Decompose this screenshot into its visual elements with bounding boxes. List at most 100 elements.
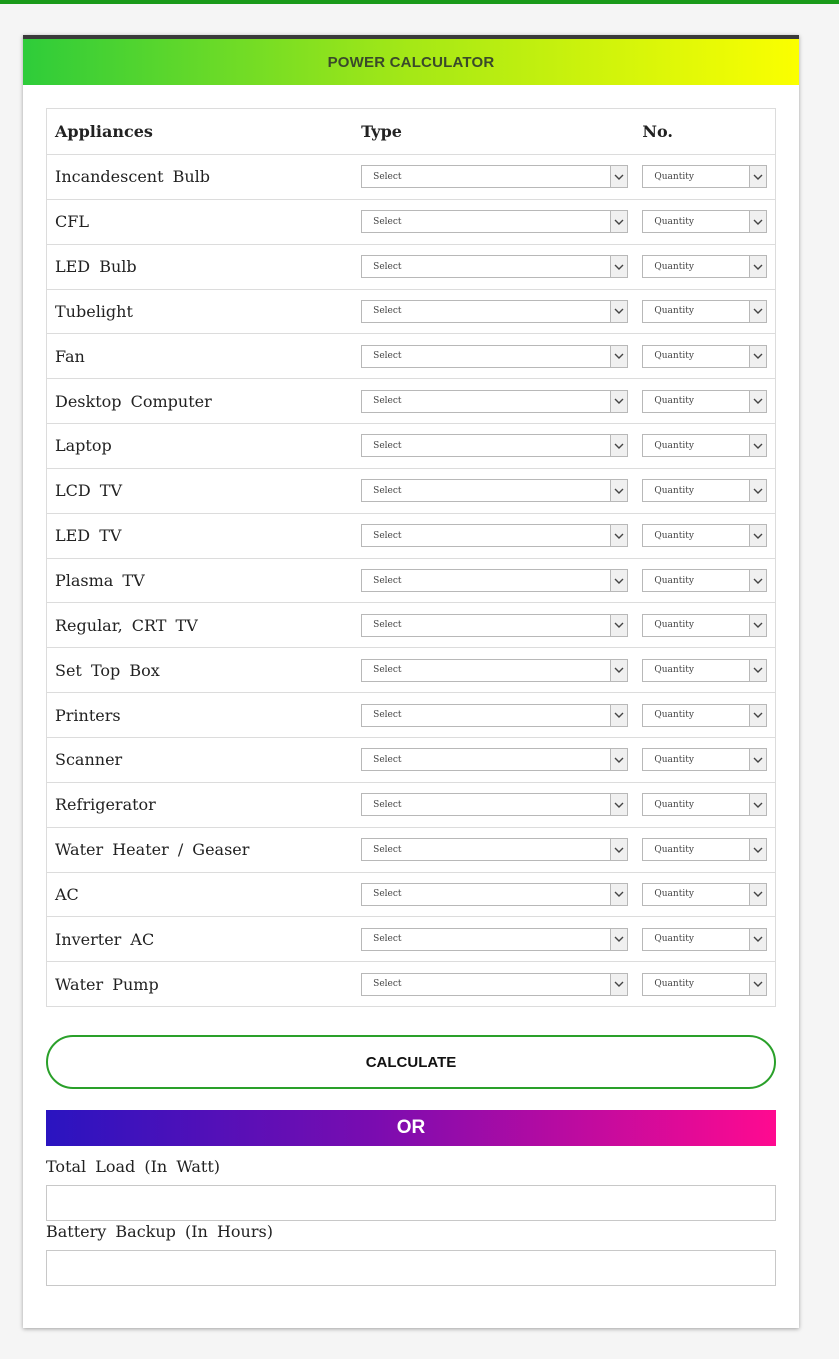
chevron-down-icon[interactable] bbox=[749, 659, 767, 681]
chevron-down-icon[interactable] bbox=[749, 928, 767, 950]
chevron-down-icon[interactable] bbox=[610, 256, 628, 278]
type-select[interactable]: Select bbox=[361, 389, 629, 413]
type-cell: Select bbox=[361, 344, 642, 368]
type-select[interactable]: Select bbox=[361, 479, 629, 503]
column-header-type: Type bbox=[361, 122, 402, 141]
quantity-select[interactable]: Quantity bbox=[642, 972, 768, 996]
calculate-button[interactable]: CALCULATE bbox=[46, 1035, 776, 1089]
type-cell: Select bbox=[361, 524, 642, 548]
quantity-select-value: Quantity bbox=[654, 351, 694, 362]
battery-backup-input[interactable] bbox=[46, 1250, 776, 1286]
chevron-down-icon[interactable] bbox=[610, 794, 628, 816]
quantity-select[interactable]: Quantity bbox=[642, 299, 768, 323]
quantity-select[interactable]: Quantity bbox=[642, 613, 768, 637]
appliance-name: Set Top Box bbox=[55, 660, 160, 680]
chevron-down-icon[interactable] bbox=[610, 435, 628, 457]
chevron-down-icon[interactable] bbox=[610, 166, 628, 188]
chevron-down-icon[interactable] bbox=[610, 883, 628, 905]
quantity-select[interactable]: Quantity bbox=[642, 882, 768, 906]
chevron-down-icon[interactable] bbox=[749, 704, 767, 726]
chevron-down-icon[interactable] bbox=[749, 166, 767, 188]
quantity-select[interactable]: Quantity bbox=[642, 344, 768, 368]
quantity-select-value: Quantity bbox=[654, 620, 694, 631]
chevron-down-icon[interactable] bbox=[610, 839, 628, 861]
chevron-down-icon[interactable] bbox=[749, 256, 767, 278]
type-select[interactable]: Select bbox=[361, 344, 629, 368]
appliance-name: CFL bbox=[55, 212, 89, 232]
chevron-down-icon[interactable] bbox=[610, 211, 628, 233]
quantity-select-value: Quantity bbox=[654, 485, 694, 496]
chevron-down-icon[interactable] bbox=[610, 659, 628, 681]
quantity-select[interactable]: Quantity bbox=[642, 389, 768, 413]
type-select[interactable]: Select bbox=[361, 255, 629, 279]
chevron-down-icon[interactable] bbox=[610, 570, 628, 592]
quantity-select[interactable]: Quantity bbox=[642, 658, 768, 682]
type-select-value: Select bbox=[373, 216, 402, 227]
quantity-select[interactable]: Quantity bbox=[642, 165, 768, 189]
table-row: CFL Select Quantity bbox=[47, 198, 775, 244]
chevron-down-icon[interactable] bbox=[749, 973, 767, 995]
type-select[interactable]: Select bbox=[361, 299, 629, 323]
chevron-down-icon[interactable] bbox=[610, 614, 628, 636]
chevron-down-icon[interactable] bbox=[749, 749, 767, 771]
chevron-down-icon[interactable] bbox=[749, 794, 767, 816]
chevron-down-icon[interactable] bbox=[749, 300, 767, 322]
table-row: Regular, CRT TV Select Quantity bbox=[47, 602, 775, 647]
chevron-down-icon[interactable] bbox=[749, 525, 767, 547]
calculator-title: POWER CALCULATOR bbox=[23, 39, 799, 85]
chevron-down-icon[interactable] bbox=[610, 345, 628, 367]
quantity-select[interactable]: Quantity bbox=[642, 793, 768, 817]
type-select[interactable]: Select bbox=[361, 793, 629, 817]
type-select[interactable]: Select bbox=[361, 658, 629, 682]
chevron-down-icon[interactable] bbox=[749, 570, 767, 592]
quantity-select[interactable]: Quantity bbox=[642, 524, 768, 548]
type-select[interactable]: Select bbox=[361, 613, 629, 637]
quantity-select[interactable]: Quantity bbox=[642, 255, 768, 279]
table-row: Laptop Select Quantity bbox=[47, 423, 775, 468]
quantity-select[interactable]: Quantity bbox=[642, 210, 768, 234]
chevron-down-icon[interactable] bbox=[749, 390, 767, 412]
type-select-value: Select bbox=[373, 396, 402, 407]
type-select[interactable]: Select bbox=[361, 838, 629, 862]
type-select[interactable]: Select bbox=[361, 210, 629, 234]
type-select[interactable]: Select bbox=[361, 882, 629, 906]
appliance-name: Laptop bbox=[55, 436, 112, 456]
chevron-down-icon[interactable] bbox=[610, 749, 628, 771]
chevron-down-icon[interactable] bbox=[749, 614, 767, 636]
chevron-down-icon[interactable] bbox=[749, 211, 767, 233]
type-select[interactable]: Select bbox=[361, 927, 629, 951]
type-select[interactable]: Select bbox=[361, 434, 629, 458]
type-select[interactable]: Select bbox=[361, 703, 629, 727]
chevron-down-icon[interactable] bbox=[610, 704, 628, 726]
chevron-down-icon[interactable] bbox=[749, 480, 767, 502]
chevron-down-icon[interactable] bbox=[610, 390, 628, 412]
appliance-name: Incandescent Bulb bbox=[55, 167, 211, 187]
quantity-select[interactable]: Quantity bbox=[642, 927, 768, 951]
appliance-name: Inverter AC bbox=[55, 929, 155, 949]
type-select[interactable]: Select bbox=[361, 748, 629, 772]
quantity-cell: Quantity bbox=[642, 793, 775, 817]
table-row: LED TV Select Quantity bbox=[47, 512, 775, 558]
chevron-down-icon[interactable] bbox=[749, 345, 767, 367]
chevron-down-icon[interactable] bbox=[610, 480, 628, 502]
total-load-input[interactable] bbox=[46, 1185, 776, 1221]
chevron-down-icon[interactable] bbox=[610, 928, 628, 950]
chevron-down-icon[interactable] bbox=[749, 883, 767, 905]
quantity-select[interactable]: Quantity bbox=[642, 479, 768, 503]
chevron-down-icon[interactable] bbox=[610, 525, 628, 547]
type-select[interactable]: Select bbox=[361, 524, 629, 548]
type-select[interactable]: Select bbox=[361, 972, 629, 996]
quantity-select[interactable]: Quantity bbox=[642, 434, 768, 458]
quantity-select[interactable]: Quantity bbox=[642, 569, 768, 593]
appliance-name: AC bbox=[55, 884, 79, 904]
quantity-select[interactable]: Quantity bbox=[642, 703, 768, 727]
chevron-down-icon[interactable] bbox=[610, 973, 628, 995]
chevron-down-icon[interactable] bbox=[749, 435, 767, 457]
quantity-select[interactable]: Quantity bbox=[642, 838, 768, 862]
type-select[interactable]: Select bbox=[361, 569, 629, 593]
quantity-select[interactable]: Quantity bbox=[642, 748, 768, 772]
chevron-down-icon[interactable] bbox=[749, 839, 767, 861]
quantity-cell: Quantity bbox=[642, 972, 775, 996]
type-select[interactable]: Select bbox=[361, 165, 629, 189]
chevron-down-icon[interactable] bbox=[610, 300, 628, 322]
